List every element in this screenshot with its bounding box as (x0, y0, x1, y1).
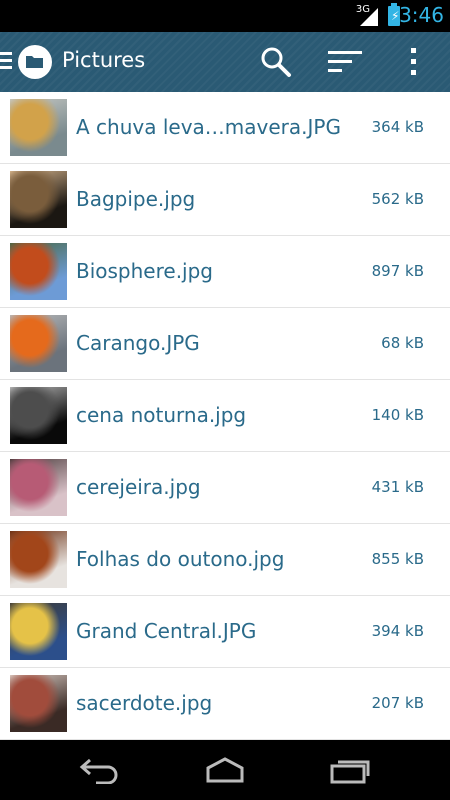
status-bar: 3G ⚡ 3:46 (0, 0, 450, 32)
file-size: 394 kB (371, 622, 424, 640)
file-thumbnail (10, 171, 67, 228)
file-thumbnail (10, 603, 67, 660)
file-size: 855 kB (371, 550, 424, 568)
file-name: Carango.JPG (76, 331, 200, 355)
search-icon[interactable] (260, 46, 292, 78)
file-name: cena noturna.jpg (76, 403, 247, 427)
file-list: A chuva leva…mavera.JPG 364 kB Bagpipe.j… (0, 92, 450, 740)
file-size: 207 kB (371, 694, 424, 712)
file-name: cerejeira.jpg (76, 475, 201, 499)
file-name: A chuva leva…mavera.JPG (76, 115, 341, 139)
sort-icon[interactable] (328, 50, 362, 74)
file-name: Folhas do outono.jpg (76, 547, 285, 571)
file-thumbnail (10, 387, 67, 444)
page-title: Pictures (62, 48, 146, 72)
file-size: 364 kB (371, 118, 424, 136)
file-size: 897 kB (371, 262, 424, 280)
file-name: Biosphere.jpg (76, 259, 214, 283)
file-size: 431 kB (371, 478, 424, 496)
file-name: sacerdote.jpg (76, 691, 213, 715)
home-icon[interactable] (202, 756, 248, 784)
drawer-menu-icon[interactable] (0, 52, 12, 72)
file-size: 562 kB (371, 190, 424, 208)
list-item[interactable]: cerejeira.jpg 431 kB (0, 452, 450, 524)
list-item[interactable]: Carango.JPG 68 kB (0, 308, 450, 380)
file-thumbnail (10, 315, 67, 372)
file-thumbnail (10, 99, 67, 156)
list-item[interactable]: A chuva leva…mavera.JPG 364 kB (0, 92, 450, 164)
file-thumbnail (10, 531, 67, 588)
list-item[interactable]: Folhas do outono.jpg 855 kB (0, 524, 450, 596)
list-item[interactable]: cena noturna.jpg 140 kB (0, 380, 450, 452)
file-size: 68 kB (381, 334, 424, 352)
file-name: Bagpipe.jpg (76, 187, 196, 211)
list-item[interactable]: sacerdote.jpg 207 kB (0, 668, 450, 740)
folder-glyph-icon (26, 56, 43, 68)
navigation-bar (0, 740, 450, 800)
clock: 3:46 (399, 3, 444, 27)
action-bar: Pictures (0, 32, 450, 92)
signal-icon (360, 8, 378, 26)
file-thumbnail (10, 243, 67, 300)
file-thumbnail (10, 459, 67, 516)
list-item[interactable]: Biosphere.jpg 897 kB (0, 236, 450, 308)
list-item[interactable]: Grand Central.JPG 394 kB (0, 596, 450, 668)
folder-icon[interactable] (18, 45, 52, 79)
list-item[interactable]: Bagpipe.jpg 562 kB (0, 164, 450, 236)
back-icon[interactable] (78, 756, 122, 784)
file-name: Grand Central.JPG (76, 619, 257, 643)
overflow-menu-icon[interactable] (408, 46, 420, 78)
file-size: 140 kB (371, 406, 424, 424)
file-thumbnail (10, 675, 67, 732)
recent-apps-icon[interactable] (328, 756, 372, 784)
